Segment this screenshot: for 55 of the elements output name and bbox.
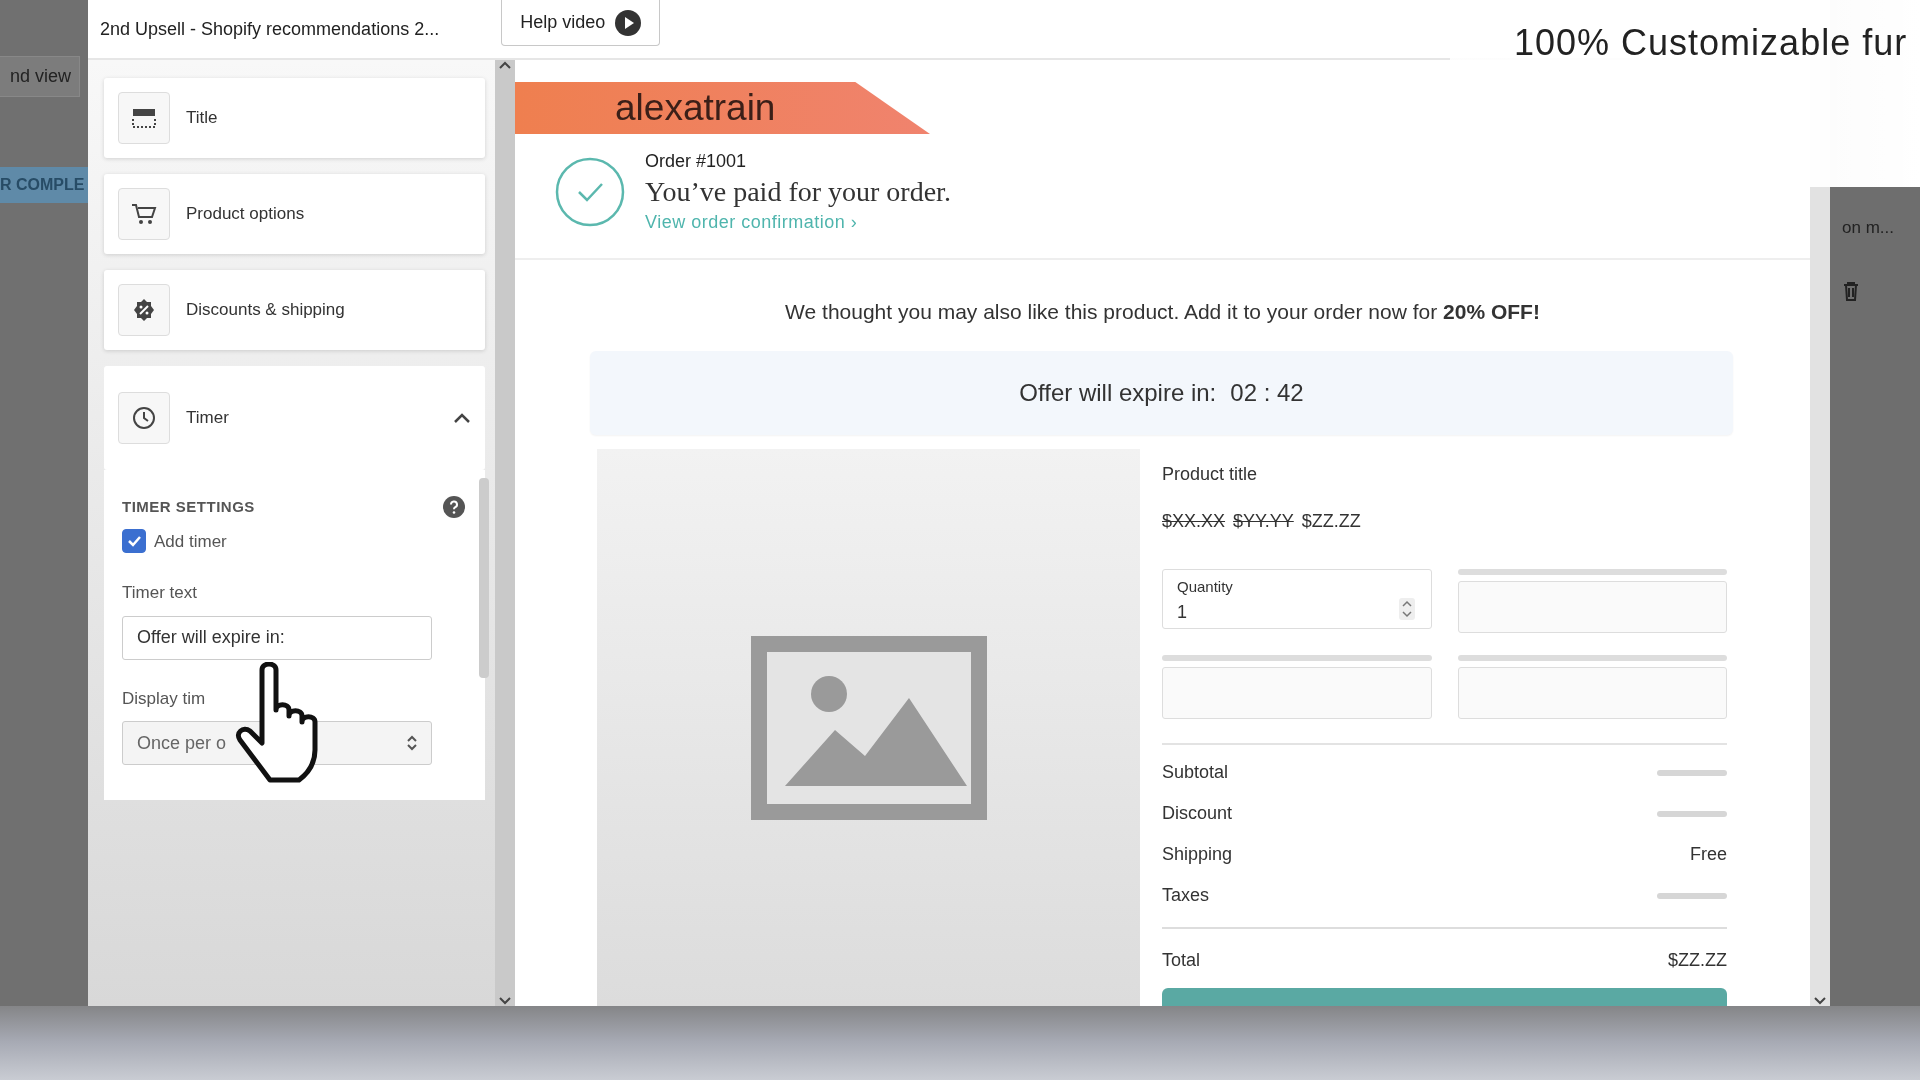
summary-value: Free: [1690, 843, 1727, 867]
paid-message: You’ve paid for your order.: [645, 175, 951, 209]
summary-label: Total: [1162, 949, 1201, 973]
help-video-button[interactable]: Help video: [501, 0, 661, 46]
field-label: Display tim: [122, 687, 207, 710]
stepper-icon[interactable]: [1398, 598, 1415, 621]
scrollbar-thumb[interactable]: [479, 478, 489, 678]
window-title: 2nd Upsell - Shopify recommendations 2...: [100, 17, 440, 41]
price: $ZZ.ZZ: [1301, 510, 1361, 534]
placeholder-bar: [1657, 769, 1727, 776]
summary-label: Discount: [1162, 802, 1233, 826]
placeholder-bar: [1657, 892, 1727, 899]
price: $XX.XX: [1162, 510, 1226, 534]
summary-value: $ZZ.ZZ: [1668, 949, 1727, 973]
sidebar-section[interactable]: Product options: [104, 174, 485, 254]
cart-icon: [131, 202, 157, 226]
input-field[interactable]: [1457, 581, 1727, 634]
check-icon: [127, 535, 141, 548]
product-title: Product title: [1162, 463, 1259, 487]
discount-badge-icon: [132, 298, 156, 322]
scroll-down-icon[interactable]: [498, 996, 512, 1007]
summary-label: Shipping: [1162, 843, 1233, 867]
price: $YY.YY: [1233, 510, 1294, 534]
clock-icon: [132, 406, 156, 430]
sort-arrows-icon: [407, 735, 417, 751]
placeholder-bar: [1657, 810, 1727, 817]
field-label: Timer text: [122, 582, 198, 604]
sidebar-section[interactable]: Discounts & shipping: [104, 270, 485, 350]
summary-label: Subtotal: [1162, 761, 1229, 785]
view-button[interactable]: nd view: [0, 56, 80, 97]
scroll-up-icon[interactable]: [498, 60, 512, 70]
scroll-down-icon[interactable]: [1813, 996, 1827, 1007]
text-field[interactable]: Offer will expire in:: [122, 615, 432, 660]
quantity-field[interactable]: Quantity 1: [1162, 569, 1432, 630]
layout-icon: [132, 108, 156, 128]
offer-message: We thought you may also like this product. Add it to your order now for 20% OFF!: [784, 298, 1541, 325]
sidebar-section[interactable]: Title: [104, 78, 485, 158]
countdown: 02 : 42: [1230, 378, 1304, 409]
timer-label: Offer will expire in:: [1019, 378, 1217, 409]
section-heading: TIMER SETTINGS: [122, 497, 255, 517]
store-banner: alexatrain: [515, 82, 930, 134]
summary-label: Taxes: [1162, 884, 1210, 908]
trash-icon[interactable]: [1842, 280, 1860, 301]
caption: 100% Customizable fur: [1450, 0, 1920, 187]
play-icon: [615, 9, 642, 36]
input-field[interactable]: [1162, 667, 1432, 720]
help-icon[interactable]: [443, 496, 465, 519]
chevron-up-icon: [453, 412, 471, 424]
order-number: Order #1001: [645, 150, 748, 173]
input-field[interactable]: [1457, 667, 1727, 720]
checkbox[interactable]: [122, 529, 146, 554]
check-circle-icon: [555, 156, 625, 227]
image-icon: [750, 635, 987, 820]
sidebar-section[interactable]: Timer: [104, 366, 485, 470]
checkbox-label: Add timer: [154, 530, 227, 553]
